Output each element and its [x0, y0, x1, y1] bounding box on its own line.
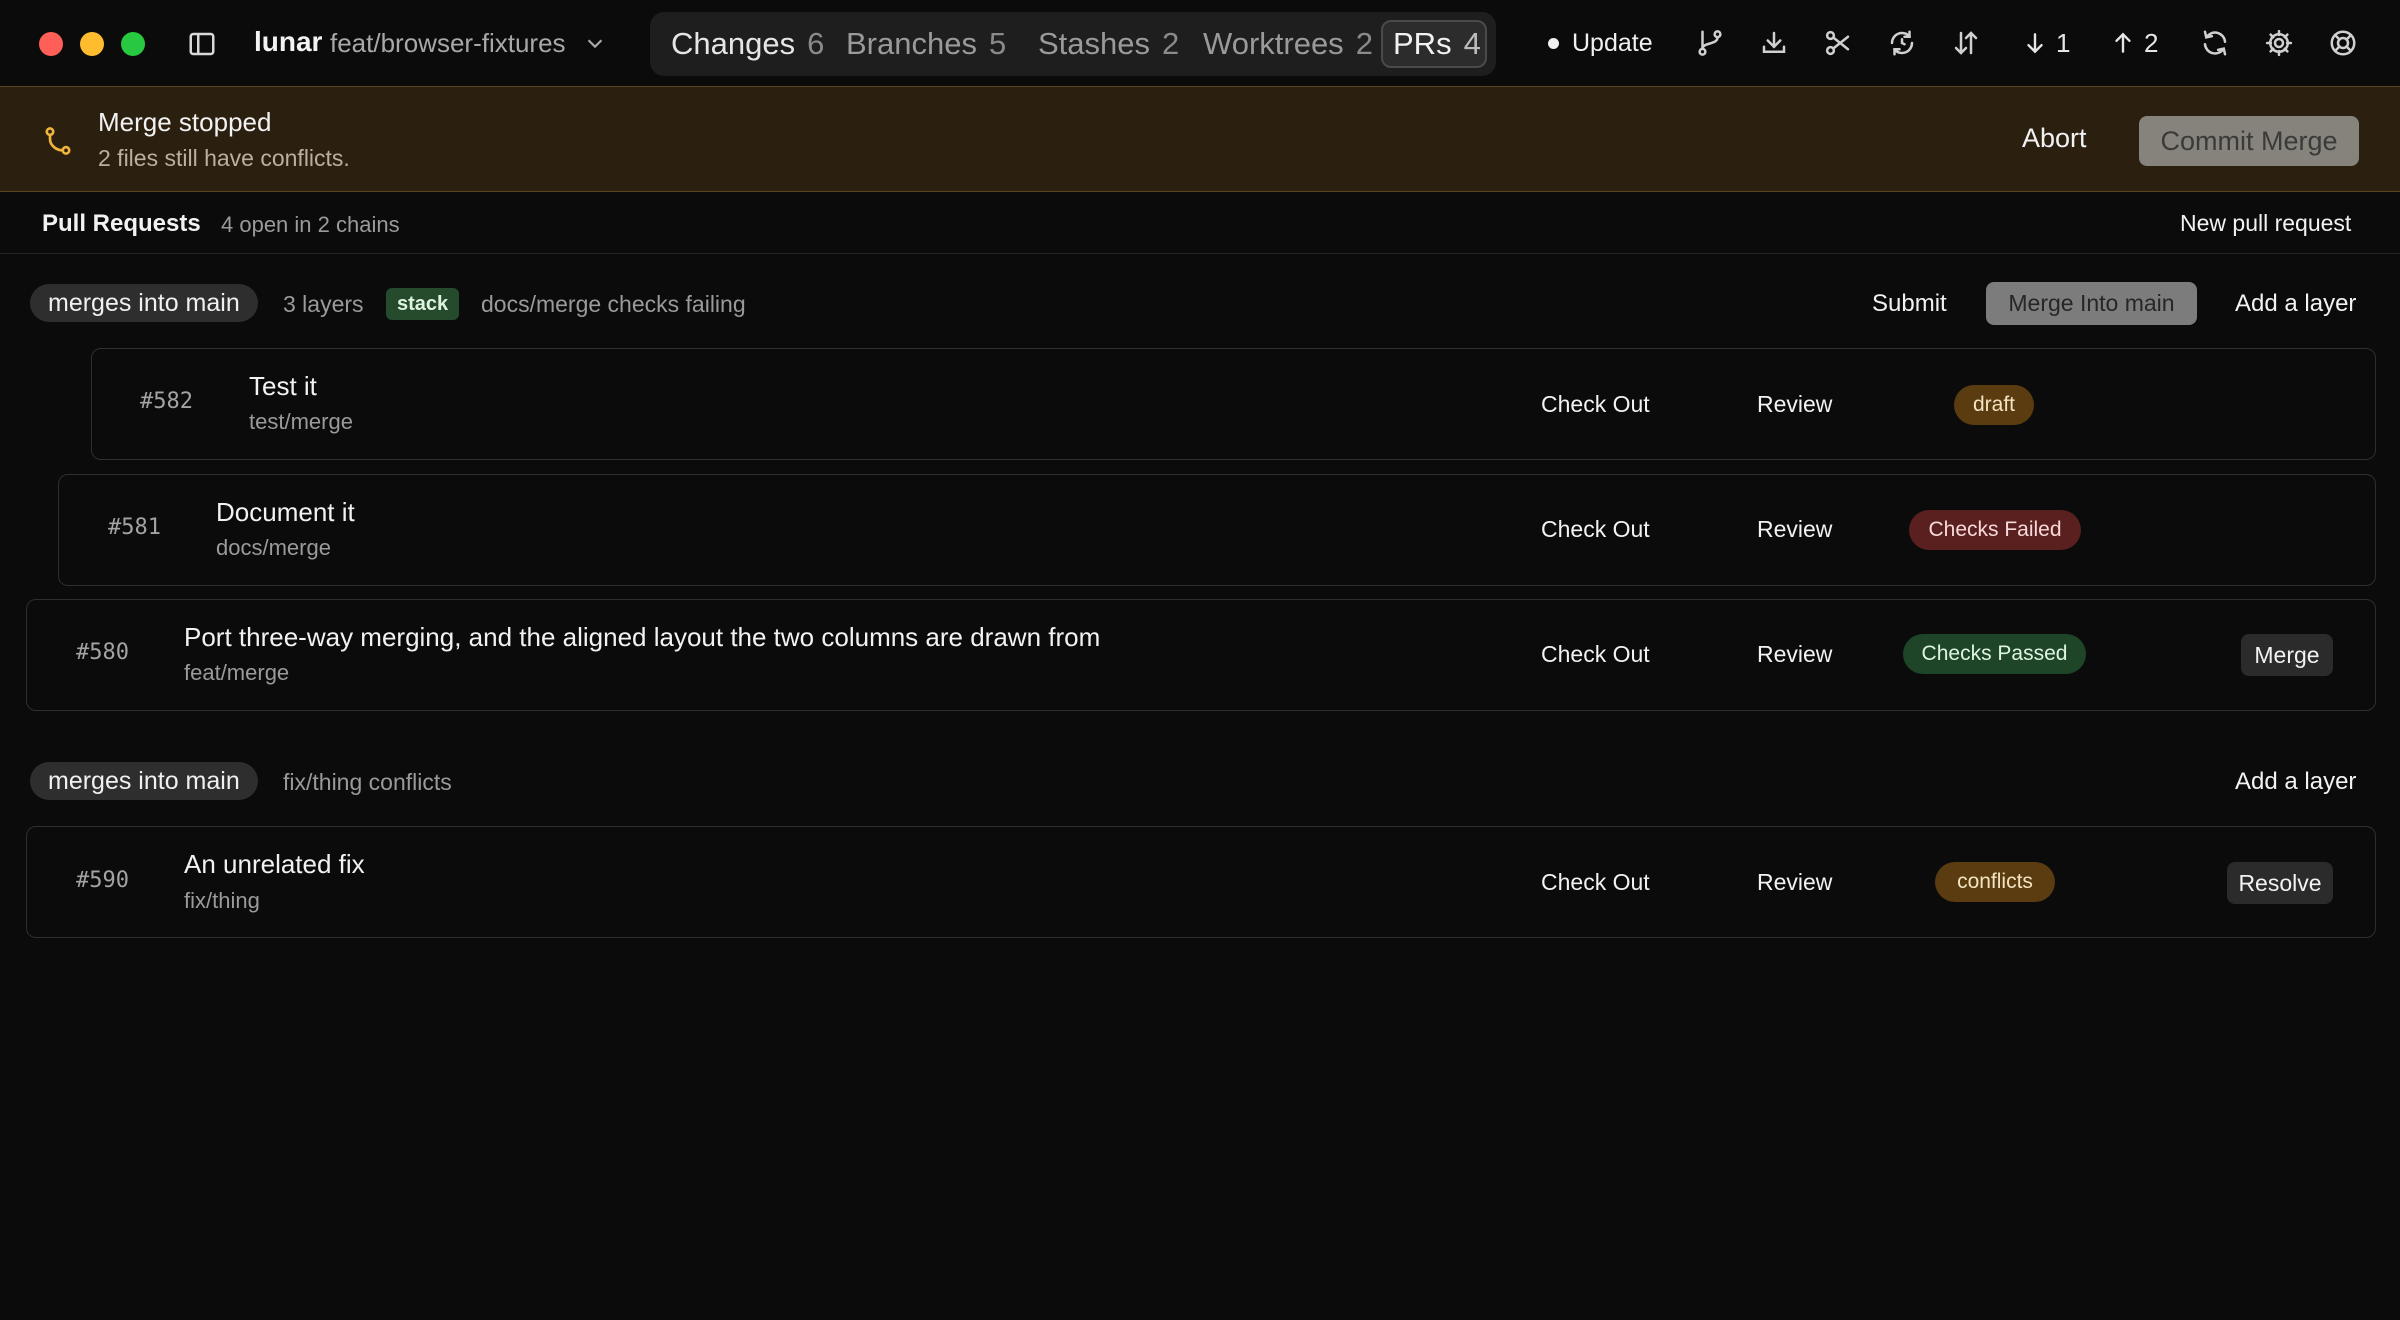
push-count-button[interactable]: 2: [2110, 26, 2158, 60]
pr-branch: feat/merge: [184, 660, 290, 685]
tab-changes[interactable]: Changes 6: [661, 20, 834, 68]
sidebar-toggle-icon[interactable]: [187, 29, 217, 59]
status-badge: conflicts: [1935, 862, 2055, 902]
sort-arrows-icon[interactable]: [1951, 28, 1981, 58]
pr-branch: fix/thing: [184, 888, 260, 913]
merge-button[interactable]: Merge: [2241, 634, 2333, 676]
review-button[interactable]: Review: [1757, 641, 1832, 668]
check-out-button[interactable]: Check Out: [1541, 516, 1650, 543]
pr-number: #590: [76, 868, 129, 893]
minimize-window-button[interactable]: [80, 32, 104, 56]
tab-worktrees[interactable]: Worktrees 2: [1193, 20, 1383, 68]
tab-changes-label: Changes: [671, 26, 796, 61]
add-layer-button[interactable]: Add a layer: [2235, 290, 2356, 318]
chain-layer-count: 3 layers: [283, 291, 364, 317]
chevron-down-icon[interactable]: [584, 32, 606, 54]
submit-button[interactable]: Submit: [1872, 290, 1947, 318]
tab-branches[interactable]: Branches 5: [836, 20, 1016, 68]
abort-button[interactable]: Abort: [2022, 123, 2087, 154]
tab-prs-label: PRs: [1393, 26, 1452, 61]
tab-stashes-label: Stashes: [1038, 26, 1151, 61]
pr-number: #582: [140, 389, 193, 414]
arrow-up-icon: [2115, 32, 2131, 53]
pull-count-button[interactable]: 1: [2022, 26, 2070, 60]
chain-target-pill[interactable]: merges into main: [30, 284, 258, 322]
tab-prs-count: 4: [1463, 26, 1481, 61]
help-lifebuoy-icon[interactable]: [2328, 28, 2358, 58]
pr-row[interactable]: #581 Document it docs/merge Check Out Re…: [58, 474, 2376, 586]
banner-title: Merge stopped: [98, 107, 272, 137]
tab-stashes-count: 2: [1162, 26, 1180, 61]
scissors-icon[interactable]: [1823, 28, 1853, 58]
pr-number: #580: [76, 640, 129, 665]
title-bar: lunar feat/browser-fixtures Changes 6 Bra…: [0, 0, 2400, 86]
download-icon[interactable]: [1759, 28, 1789, 58]
zoom-window-button[interactable]: [121, 32, 145, 56]
pr-title[interactable]: An unrelated fix: [184, 849, 365, 880]
pull-requests-summary: 4 open in 2 chains: [221, 212, 400, 237]
merge-icon: [42, 125, 74, 157]
pr-row[interactable]: #582 Test it test/merge Check Out Review…: [91, 348, 2376, 460]
banner-subtitle: 2 files still have conflicts.: [98, 145, 350, 171]
pr-branch: docs/merge: [216, 535, 331, 560]
add-layer-button[interactable]: Add a layer: [2235, 768, 2356, 796]
tab-prs[interactable]: PRs 4: [1381, 20, 1487, 68]
close-window-button[interactable]: [39, 32, 63, 56]
pr-number: #581: [108, 515, 161, 540]
pr-title[interactable]: Port three-way merging, and the aligned …: [184, 622, 1100, 653]
review-button[interactable]: Review: [1757, 391, 1832, 418]
update-indicator-dot: [1548, 37, 1559, 49]
repository-name[interactable]: lunar: [254, 26, 322, 58]
merge-stopped-banner: Merge stopped 2 files still have conflic…: [0, 86, 2400, 192]
tab-branches-label: Branches: [846, 26, 977, 61]
pr-row[interactable]: #580 Port three-way merging, and the ali…: [26, 599, 2376, 711]
new-pull-request-button[interactable]: New pull request: [2180, 210, 2351, 237]
pull-requests-header: Pull Requests 4 open in 2 chains New pul…: [0, 192, 2400, 254]
gear-icon[interactable]: [2264, 28, 2294, 58]
stack-badge: stack: [386, 288, 460, 320]
refresh-icon[interactable]: [2200, 28, 2230, 58]
update-label: Update: [1572, 28, 1653, 57]
chain-target-pill[interactable]: merges into main: [30, 762, 258, 800]
review-button[interactable]: Review: [1757, 516, 1832, 543]
pr-row[interactable]: #590 An unrelated fix fix/thing Check Ou…: [26, 826, 2376, 938]
check-out-button[interactable]: Check Out: [1541, 641, 1650, 668]
merge-into-main-button[interactable]: Merge Into main: [1986, 282, 2197, 325]
chain-status: docs/merge checks failing: [481, 291, 746, 317]
push-count: 2: [2144, 27, 2159, 58]
sync-history-icon[interactable]: [1887, 28, 1917, 58]
branch-icon[interactable]: [1695, 28, 1725, 58]
current-branch[interactable]: feat/browser-fixtures: [330, 28, 566, 59]
status-badge: Checks Passed: [1903, 634, 2086, 674]
review-button[interactable]: Review: [1757, 869, 1832, 896]
tab-worktrees-label: Worktrees: [1203, 26, 1344, 61]
chain-status: fix/thing conflicts: [283, 769, 452, 795]
resolve-button[interactable]: Resolve: [2227, 862, 2333, 904]
tab-branches-count: 5: [988, 26, 1007, 61]
check-out-button[interactable]: Check Out: [1541, 869, 1650, 896]
check-out-button[interactable]: Check Out: [1541, 391, 1650, 418]
pr-branch: test/merge: [249, 409, 353, 434]
update-button[interactable]: Update: [1548, 26, 1653, 60]
tab-worktrees-count: 2: [1355, 26, 1373, 61]
page-title: Pull Requests: [42, 210, 201, 237]
status-badge: Checks Failed: [1909, 510, 2081, 550]
pull-count: 1: [2056, 27, 2071, 58]
pr-title[interactable]: Document it: [216, 497, 355, 528]
tab-changes-count: 6: [807, 26, 825, 61]
view-tabs: Changes 6 Branches 5 Stashes 2 Worktrees 2 P…: [650, 12, 1496, 76]
status-badge: draft: [1954, 385, 2034, 425]
tab-stashes[interactable]: Stashes 2: [1028, 20, 1189, 68]
commit-merge-button[interactable]: Commit Merge: [2139, 116, 2359, 166]
pr-title[interactable]: Test it: [249, 371, 317, 402]
arrow-down-icon: [2027, 33, 2043, 54]
